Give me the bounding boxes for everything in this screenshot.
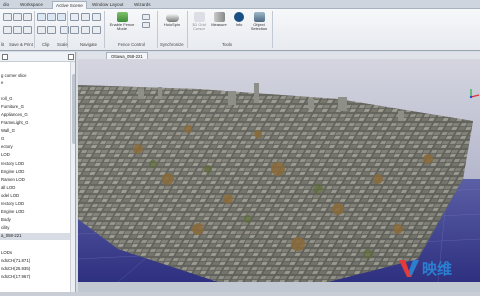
tree-item[interactable]: e: [0, 80, 3, 86]
fence-options-icon: [142, 14, 150, 20]
group-label-scale: Scale: [57, 42, 68, 47]
separator: [272, 11, 273, 48]
nav-pan-icon[interactable]: [81, 13, 90, 21]
viewport-tabbar: Ottawa_058-221: [78, 52, 480, 59]
clip-plane-icon[interactable]: [47, 13, 56, 21]
tree-item[interactable]: LOD: [0, 152, 10, 158]
scene-tree-panel: g corner slice e roll_G Furniture_G Applian…: [0, 52, 76, 292]
tab-dio[interactable]: dio: [0, 1, 12, 9]
tree-close-icon[interactable]: [68, 54, 74, 60]
tree-item[interactable]: Body: [0, 217, 11, 223]
separator: [157, 11, 158, 48]
info-button[interactable]: Info: [232, 12, 246, 27]
cursor-select-icon: [253, 12, 265, 22]
tree-item[interactable]: rectory LOD: [0, 161, 24, 167]
nav-walk-icon[interactable]: [81, 26, 90, 34]
tree-item[interactable]: [0, 242, 1, 248]
tree-item[interactable]: ectory: [0, 144, 13, 150]
ribbon-tabbar: dio Workspace Active Scene Window Layout…: [0, 0, 480, 9]
tree-toolbar: [0, 52, 75, 62]
tree-header: g corner slice: [1, 73, 27, 78]
scale-down-icon[interactable]: [37, 26, 46, 34]
group-label-clip: Clip: [42, 42, 50, 47]
grid-cursor-icon: [193, 12, 205, 22]
tree-item[interactable]: Appliances_G: [0, 112, 28, 118]
save-icon[interactable]: [13, 26, 22, 34]
tree-item[interactable]: odel LOD: [0, 193, 19, 199]
nav-orbit-icon[interactable]: [70, 13, 79, 21]
tab-window-layout[interactable]: Window Layout: [89, 1, 126, 9]
status-bar: [78, 282, 480, 292]
tree-item[interactable]: Engine LOD: [0, 169, 24, 175]
tree-item[interactable]: Furniture_G: [0, 104, 24, 110]
holospin-button[interactable]: HoloSpin: [161, 12, 183, 27]
tab-active-scene[interactable]: Active Scene: [52, 1, 87, 9]
tree-item[interactable]: all LOD: [0, 185, 15, 191]
v-logo-icon: [399, 260, 419, 277]
nav-fly-icon[interactable]: [70, 26, 79, 34]
fence-clear-icon: [142, 22, 150, 28]
tree-item[interactable]: [0, 88, 1, 94]
brand-text: 映维: [422, 259, 453, 278]
tab-workspace[interactable]: Workspace: [17, 1, 46, 9]
tab-viewport-scene[interactable]: Ottawa_058-221: [106, 52, 148, 59]
separator: [34, 11, 35, 48]
clip-section-icon[interactable]: [57, 13, 66, 21]
scene-icon[interactable]: [3, 26, 12, 34]
ribbon: Enable Fence Mode HoloSpin 3D Grid Curso…: [0, 9, 480, 51]
3d-viewport[interactable]: [78, 59, 480, 282]
tree-item[interactable]: FrameLight_G: [0, 120, 28, 126]
tab-wizards[interactable]: Wizards: [131, 1, 154, 9]
brand-watermark: 映维: [398, 256, 452, 280]
group-label-lit: lit: [1, 42, 5, 47]
tree-item[interactable]: rectory LOD: [0, 201, 24, 207]
nav-home-icon[interactable]: [92, 26, 101, 34]
group-label-navigate: Navigate: [80, 42, 97, 47]
tree-item[interactable]: G: [0, 136, 4, 142]
fence-options[interactable]: [139, 14, 153, 28]
scale-up-icon[interactable]: [47, 26, 56, 34]
fence-icon: [116, 12, 128, 22]
tree-item[interactable]: Ramen LOD: [0, 177, 25, 183]
bottom-bar: [0, 292, 480, 296]
tree-item[interactable]: ndsCH(25.935): [0, 266, 30, 272]
separator: [104, 11, 105, 48]
group-label-tools: Tools: [222, 42, 233, 47]
group-label-save-print: Save & Print: [9, 42, 33, 47]
tree-item[interactable]: roll_G: [0, 96, 12, 102]
layout-icon[interactable]: [3, 13, 12, 21]
tree-scroll-thumb[interactable]: [72, 74, 75, 144]
export-icon[interactable]: [23, 13, 32, 21]
enable-fence-mode-button[interactable]: Enable Fence Mode: [109, 12, 135, 32]
tree-item[interactable]: ndsCH(17.967): [0, 274, 30, 280]
ruler-icon: [213, 12, 225, 22]
tree-item[interactable]: LODs: [0, 250, 12, 256]
tree-item[interactable]: ndsCH(71.871): [0, 258, 30, 264]
tree-item[interactable]: Wall_G: [0, 128, 15, 134]
city-point-cloud-render[interactable]: [78, 59, 480, 282]
tree-expand-icon[interactable]: [2, 54, 8, 60]
tree-scrollbar[interactable]: [70, 62, 75, 292]
3d-grid-cursor-button[interactable]: 3D Grid Cursor: [189, 12, 209, 32]
print-icon[interactable]: [13, 13, 22, 21]
object-selection-button[interactable]: Object Selection: [248, 12, 270, 32]
measure-button[interactable]: Measure: [210, 12, 228, 27]
tree-item[interactable]: a_058-221: [0, 233, 70, 240]
tree-item[interactable]: Engine LOD: [0, 209, 24, 215]
group-label-synchronize: Synchronize: [160, 42, 184, 47]
info-icon: [234, 12, 244, 22]
image-icon[interactable]: [23, 26, 32, 34]
clip-box-icon[interactable]: [37, 13, 46, 21]
group-label-fence-control: Fence Control: [118, 42, 145, 47]
vr-headset-icon: [165, 14, 179, 22]
tree-item[interactable]: cility: [0, 225, 9, 231]
separator: [187, 11, 188, 48]
nav-zoom-icon[interactable]: [92, 13, 101, 21]
